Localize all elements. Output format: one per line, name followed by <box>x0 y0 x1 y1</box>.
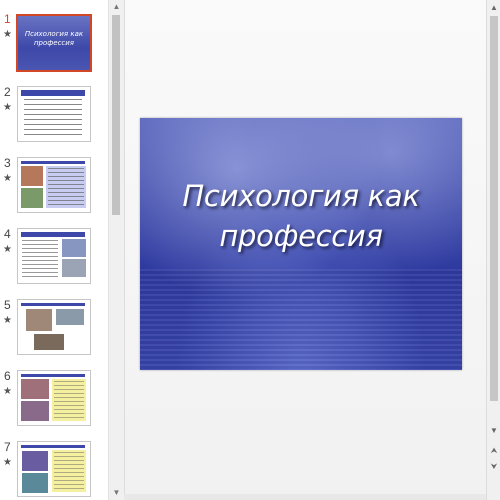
scroll-up-icon[interactable]: ▲ <box>109 0 124 14</box>
thumbnail-content <box>18 300 90 354</box>
slide-7-transition-star-icon: ★ <box>3 457 12 468</box>
slide-thumbnail-6[interactable] <box>17 370 91 426</box>
thumbnail-content <box>18 87 90 141</box>
editor-vertical-scrollbar[interactable]: ▲ ▼ ⮝ ⮟ <box>486 0 500 500</box>
slide-number-5: 5 <box>4 298 11 312</box>
slide-number-6: 6 <box>4 369 11 383</box>
next-slide-icon[interactable]: ⮟ <box>487 460 500 473</box>
slide-thumbnail-5[interactable] <box>17 299 91 355</box>
slide-number-7: 7 <box>4 440 11 454</box>
slide-number-1: 1 <box>4 12 11 26</box>
slide-4-transition-star-icon: ★ <box>3 244 12 255</box>
scroll-down-icon[interactable]: ▼ <box>487 424 500 437</box>
editor-horizontal-scrollbar[interactable] <box>124 494 486 500</box>
slide-thumbnail-2[interactable] <box>17 86 91 142</box>
slide-number-4: 4 <box>4 227 11 241</box>
slide-thumbnail-4[interactable] <box>17 228 91 284</box>
thumbnail-content <box>18 371 90 425</box>
main-slide-canvas[interactable]: Психология как профессия <box>140 118 462 370</box>
slide-5-transition-star-icon: ★ <box>3 315 12 326</box>
slide-3-transition-star-icon: ★ <box>3 173 12 184</box>
slide-thumbnail-pane[interactable]: 1 ★ Психология как профессия 2 ★ 3 ★ 4 ★ <box>0 0 108 500</box>
slide-number-3: 3 <box>4 156 11 170</box>
thumbnail-pane-scrollbar[interactable]: ▲ ▼ <box>108 0 124 500</box>
slide-1-transition-star-icon: ★ <box>3 29 12 40</box>
thumbnail-content <box>18 158 90 212</box>
scroll-up-icon[interactable]: ▲ <box>487 1 500 14</box>
previous-slide-icon[interactable]: ⮝ <box>487 444 500 457</box>
slide-thumbnail-3[interactable] <box>17 157 91 213</box>
slide-title[interactable]: Психология как профессия <box>140 176 462 256</box>
thumbnail-background: Психология как профессия <box>18 16 90 70</box>
slide-thumbnail-7[interactable] <box>17 441 91 497</box>
slide-background-sea <box>140 269 462 370</box>
slide-2-transition-star-icon: ★ <box>3 102 12 113</box>
thumbnail-scrollbar-thumb[interactable] <box>112 15 120 215</box>
thumbnail-title: Психология как профессия <box>24 30 84 47</box>
thumbnail-content <box>18 442 90 496</box>
slide-number-2: 2 <box>4 85 11 99</box>
thumbnail-content <box>18 229 90 283</box>
scroll-down-icon[interactable]: ▼ <box>109 486 124 500</box>
slide-6-transition-star-icon: ★ <box>3 386 12 397</box>
editor-scrollbar-thumb[interactable] <box>490 16 498 401</box>
slide-thumbnail-1[interactable]: Психология как профессия <box>16 14 92 72</box>
